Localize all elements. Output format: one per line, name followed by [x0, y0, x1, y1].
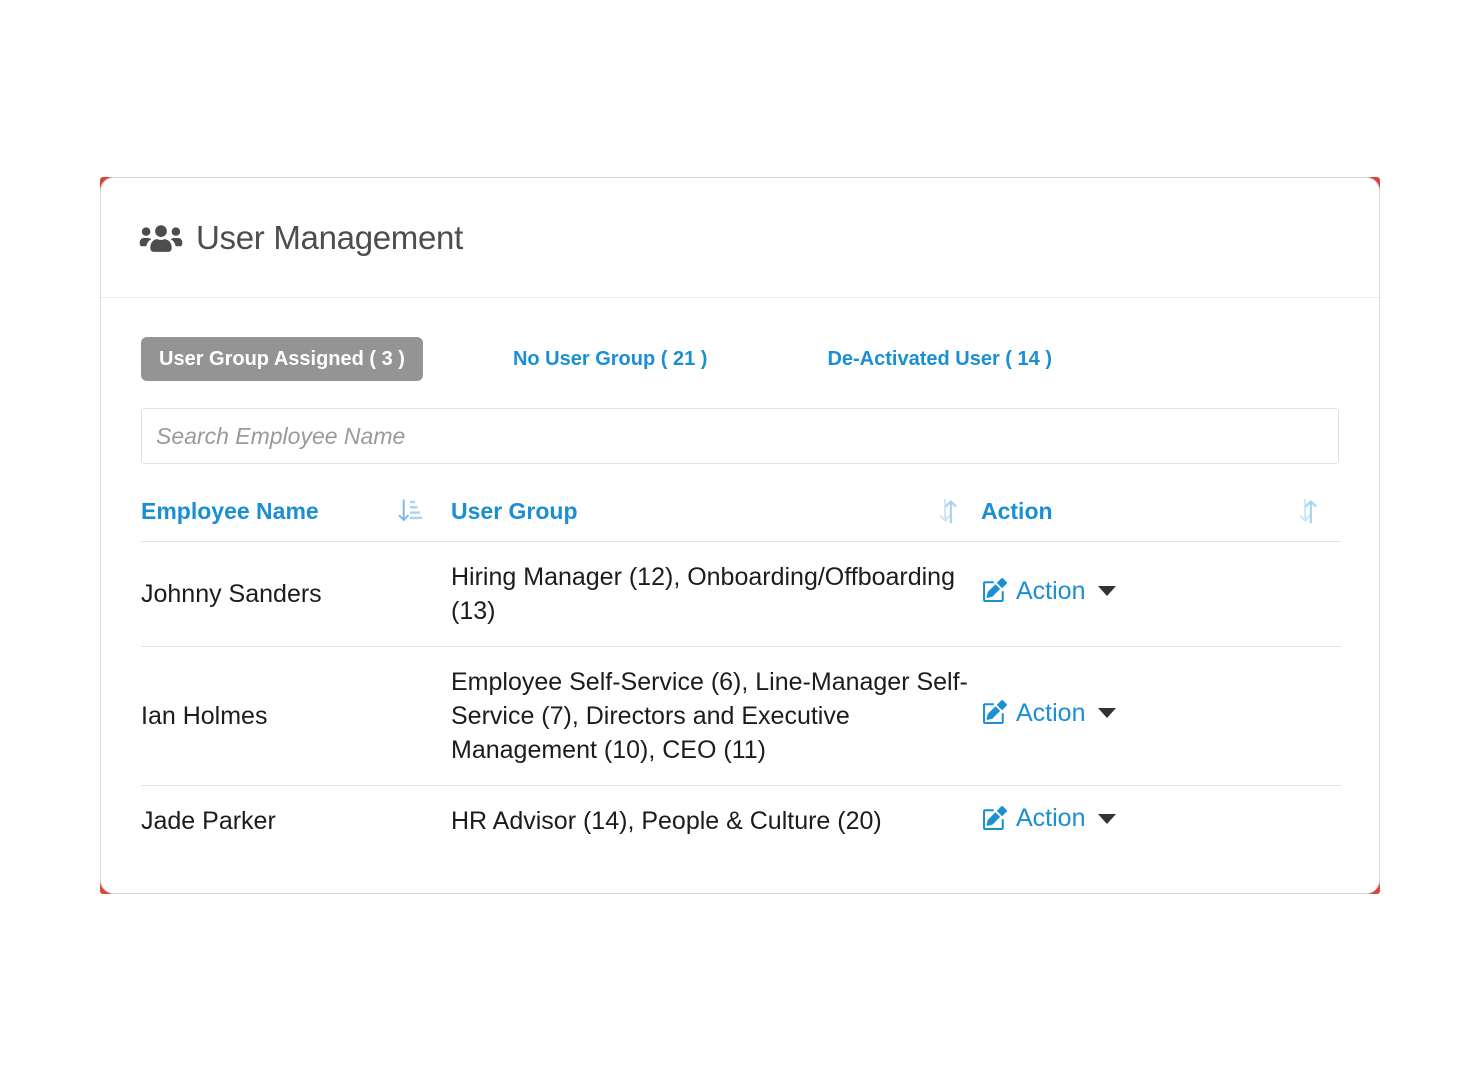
cell-employee-name: Johnny Sanders	[141, 541, 451, 647]
action-label: Action	[1016, 698, 1086, 727]
action-dropdown-button[interactable]: Action	[981, 804, 1117, 833]
tab-deactivated-user[interactable]: De-Activated User ( 14 )	[809, 337, 1070, 381]
action-dropdown-button[interactable]: Action	[981, 576, 1117, 606]
page-root: User Management User Group Assigned ( 3 …	[0, 0, 1480, 1081]
chevron-down-icon	[1098, 708, 1117, 719]
sort-icon[interactable]	[935, 497, 961, 525]
table-header-row: Employee Name User Group Action	[141, 497, 1341, 542]
cell-action: Action	[981, 646, 1341, 786]
cell-user-group: Hiring Manager (12), Onboarding/Offboard…	[451, 541, 981, 647]
card-surface: User Management User Group Assigned ( 3 …	[100, 177, 1380, 894]
action-label: Action	[1016, 804, 1086, 832]
tab-user-group-assigned[interactable]: User Group Assigned ( 3 )	[141, 337, 423, 381]
column-header-user-group: User Group	[451, 497, 981, 542]
users-icon	[139, 224, 183, 252]
cell-action: Action	[981, 786, 1341, 857]
table-row: Johnny Sanders Hiring Manager (12), Onbo…	[141, 541, 1341, 647]
column-header-label: User Group	[451, 497, 578, 524]
sort-amount-down-icon[interactable]	[397, 497, 423, 525]
column-header-label: Employee Name	[141, 497, 319, 524]
tab-no-user-group[interactable]: No User Group ( 21 )	[495, 337, 725, 381]
column-header-action: Action	[981, 497, 1341, 542]
column-header-employee-name: Employee Name	[141, 497, 451, 542]
cell-user-group: Employee Self-Service (6), Line-Manager …	[451, 646, 981, 786]
column-header-label: Action	[981, 497, 1053, 524]
user-table: Employee Name User Group Action Johnny S…	[141, 497, 1341, 857]
edit-icon	[983, 805, 1007, 830]
table-row: Ian Holmes Employee Self-Service (6), Li…	[141, 646, 1341, 786]
action-dropdown-button[interactable]: Action	[981, 698, 1117, 728]
sort-icon[interactable]	[1295, 497, 1321, 525]
table-row: Jade Parker HR Advisor (14), People & Cu…	[141, 786, 1341, 857]
table-body: Johnny Sanders Hiring Manager (12), Onbo…	[141, 541, 1341, 857]
cell-employee-name: Ian Holmes	[141, 646, 451, 786]
cell-user-group: HR Advisor (14), People & Culture (20)	[451, 807, 882, 836]
card-header: User Management	[101, 178, 1379, 298]
search-input[interactable]	[141, 408, 1339, 464]
edit-icon	[983, 578, 1007, 603]
tab-bar: User Group Assigned ( 3 ) No User Group …	[141, 334, 1339, 384]
page-title: User Management	[196, 218, 463, 256]
table-head: Employee Name User Group Action	[141, 497, 1341, 542]
chevron-down-icon	[1098, 586, 1117, 597]
cell-action: Action	[981, 541, 1341, 647]
cell-employee-name: Jade Parker	[141, 806, 276, 835]
card-body: User Group Assigned ( 3 ) No User Group …	[101, 298, 1379, 857]
chevron-down-icon	[1098, 813, 1117, 824]
user-management-card: User Management User Group Assigned ( 3 …	[100, 177, 1380, 894]
edit-icon	[983, 700, 1007, 725]
action-label: Action	[1016, 576, 1086, 605]
search-row	[141, 408, 1339, 464]
